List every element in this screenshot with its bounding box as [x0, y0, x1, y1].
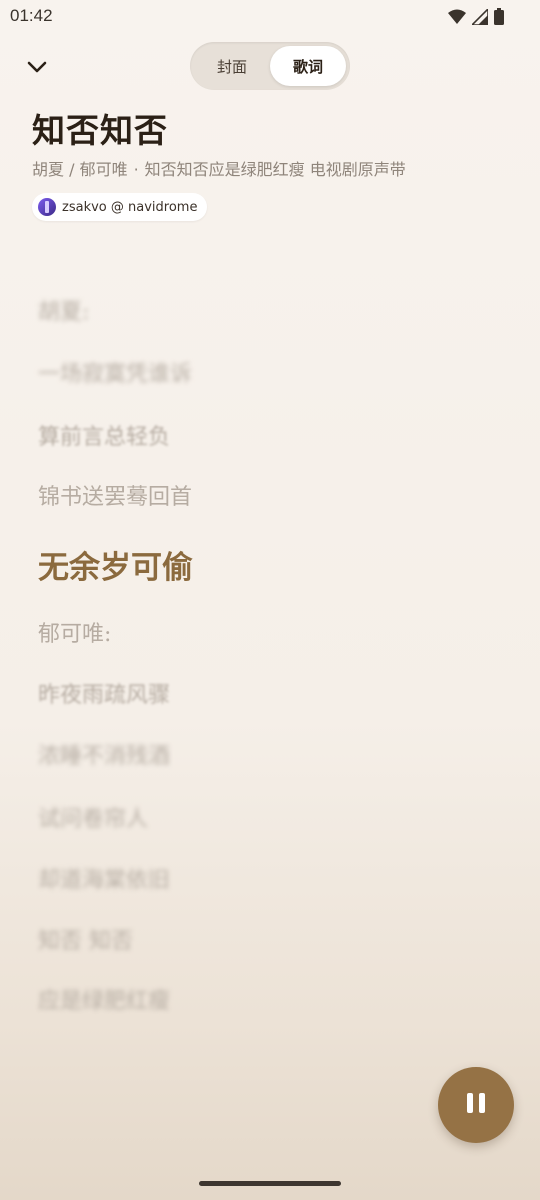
meta-separator: · [133, 160, 139, 179]
lyric-line[interactable]: 昨夜雨疏风骤 [38, 677, 170, 709]
lyric-line[interactable]: 算前言总轻负 [38, 419, 170, 451]
view-switcher: 封面 歌词 [190, 42, 350, 90]
lyric-line[interactable]: 试问卷帘人 [38, 801, 148, 833]
source-chip[interactable]: zsakvo @ navidrome [32, 193, 208, 221]
lyric-line[interactable]: 知否 知否 [38, 923, 133, 955]
lyric-line-current[interactable]: 无余岁可偷 [38, 542, 193, 587]
server-avatar-icon [38, 198, 56, 216]
song-title: 知否知否 [32, 111, 168, 150]
lyric-line[interactable]: 却道海棠依旧 [38, 862, 170, 894]
lyric-line[interactable]: 一场寂寞凭谁诉 [38, 356, 192, 388]
signal-icon [472, 8, 488, 25]
collapse-button[interactable] [22, 54, 52, 82]
lyric-line[interactable]: 锦书送罢蓦回首 [38, 479, 192, 511]
song-artists[interactable]: 胡夏 / 郁可唯 [32, 160, 128, 179]
chevron-down-icon [26, 59, 48, 78]
status-time: 01:42 [10, 6, 53, 25]
song-meta: 胡夏 / 郁可唯 · 知否知否应是绿肥红瘦 电视剧原声带 [32, 156, 406, 180]
status-bar: 01:42 [0, 0, 540, 34]
status-icons [448, 8, 504, 25]
play-pause-button[interactable] [438, 1067, 514, 1143]
lyric-line[interactable]: 浓睡不消残酒 [38, 738, 170, 770]
source-label: zsakvo @ navidrome [62, 199, 198, 215]
lyric-line[interactable]: 胡夏: [38, 294, 89, 326]
lyric-line[interactable]: 郁可唯: [38, 616, 111, 648]
song-album[interactable]: 知否知否应是绿肥红瘦 电视剧原声带 [145, 160, 406, 179]
battery-icon [494, 8, 504, 25]
home-indicator[interactable] [199, 1181, 341, 1186]
tab-lyrics[interactable]: 歌词 [270, 46, 346, 86]
pause-icon [464, 1091, 488, 1119]
tab-cover[interactable]: 封面 [194, 46, 270, 86]
lyric-line[interactable]: 应是绿肥红瘦 [38, 983, 170, 1015]
wifi-icon [448, 9, 466, 25]
